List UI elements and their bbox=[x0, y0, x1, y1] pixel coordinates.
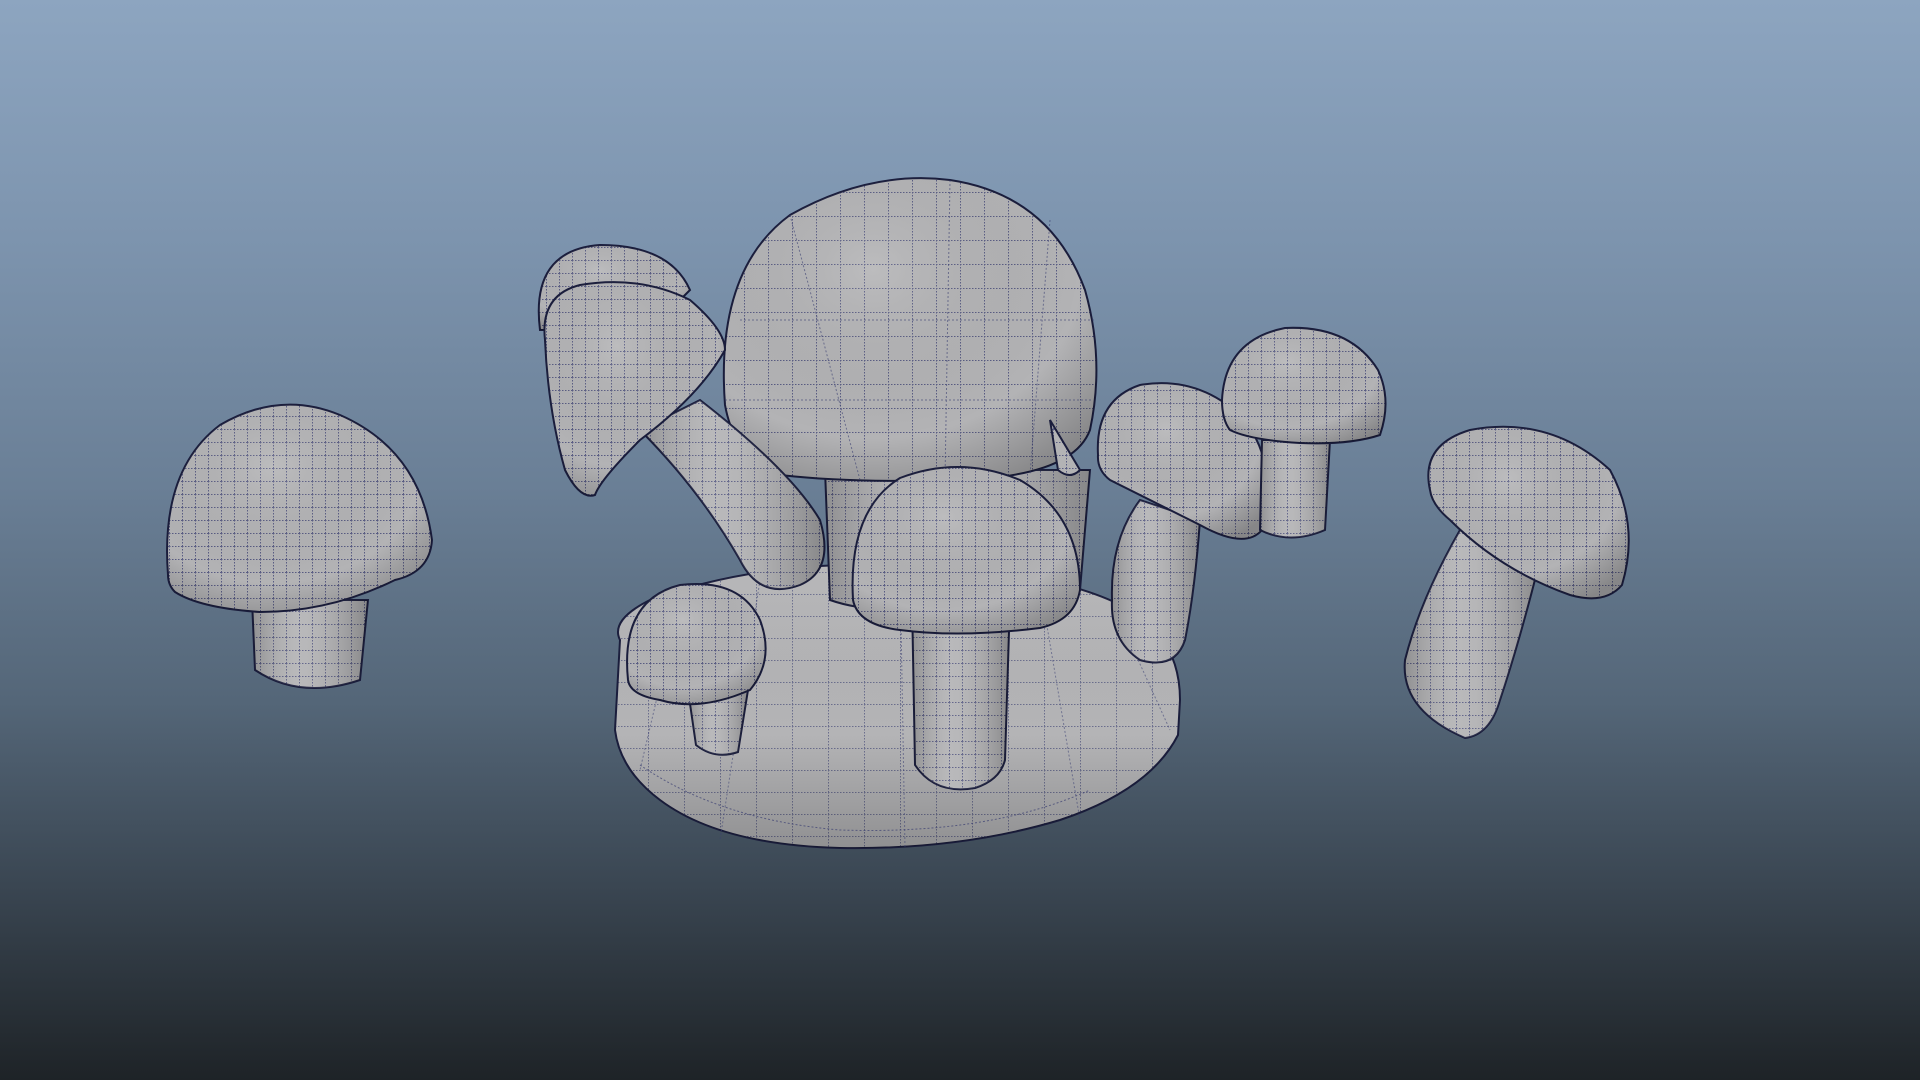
scene-canvas[interactable] bbox=[0, 0, 1920, 1080]
maya-viewport[interactable] bbox=[0, 0, 1920, 1080]
large-mushroom-cap[interactable] bbox=[722, 177, 1098, 482]
far-right-mushroom[interactable] bbox=[1403, 425, 1630, 740]
far-left-mushroom[interactable] bbox=[166, 403, 434, 689]
